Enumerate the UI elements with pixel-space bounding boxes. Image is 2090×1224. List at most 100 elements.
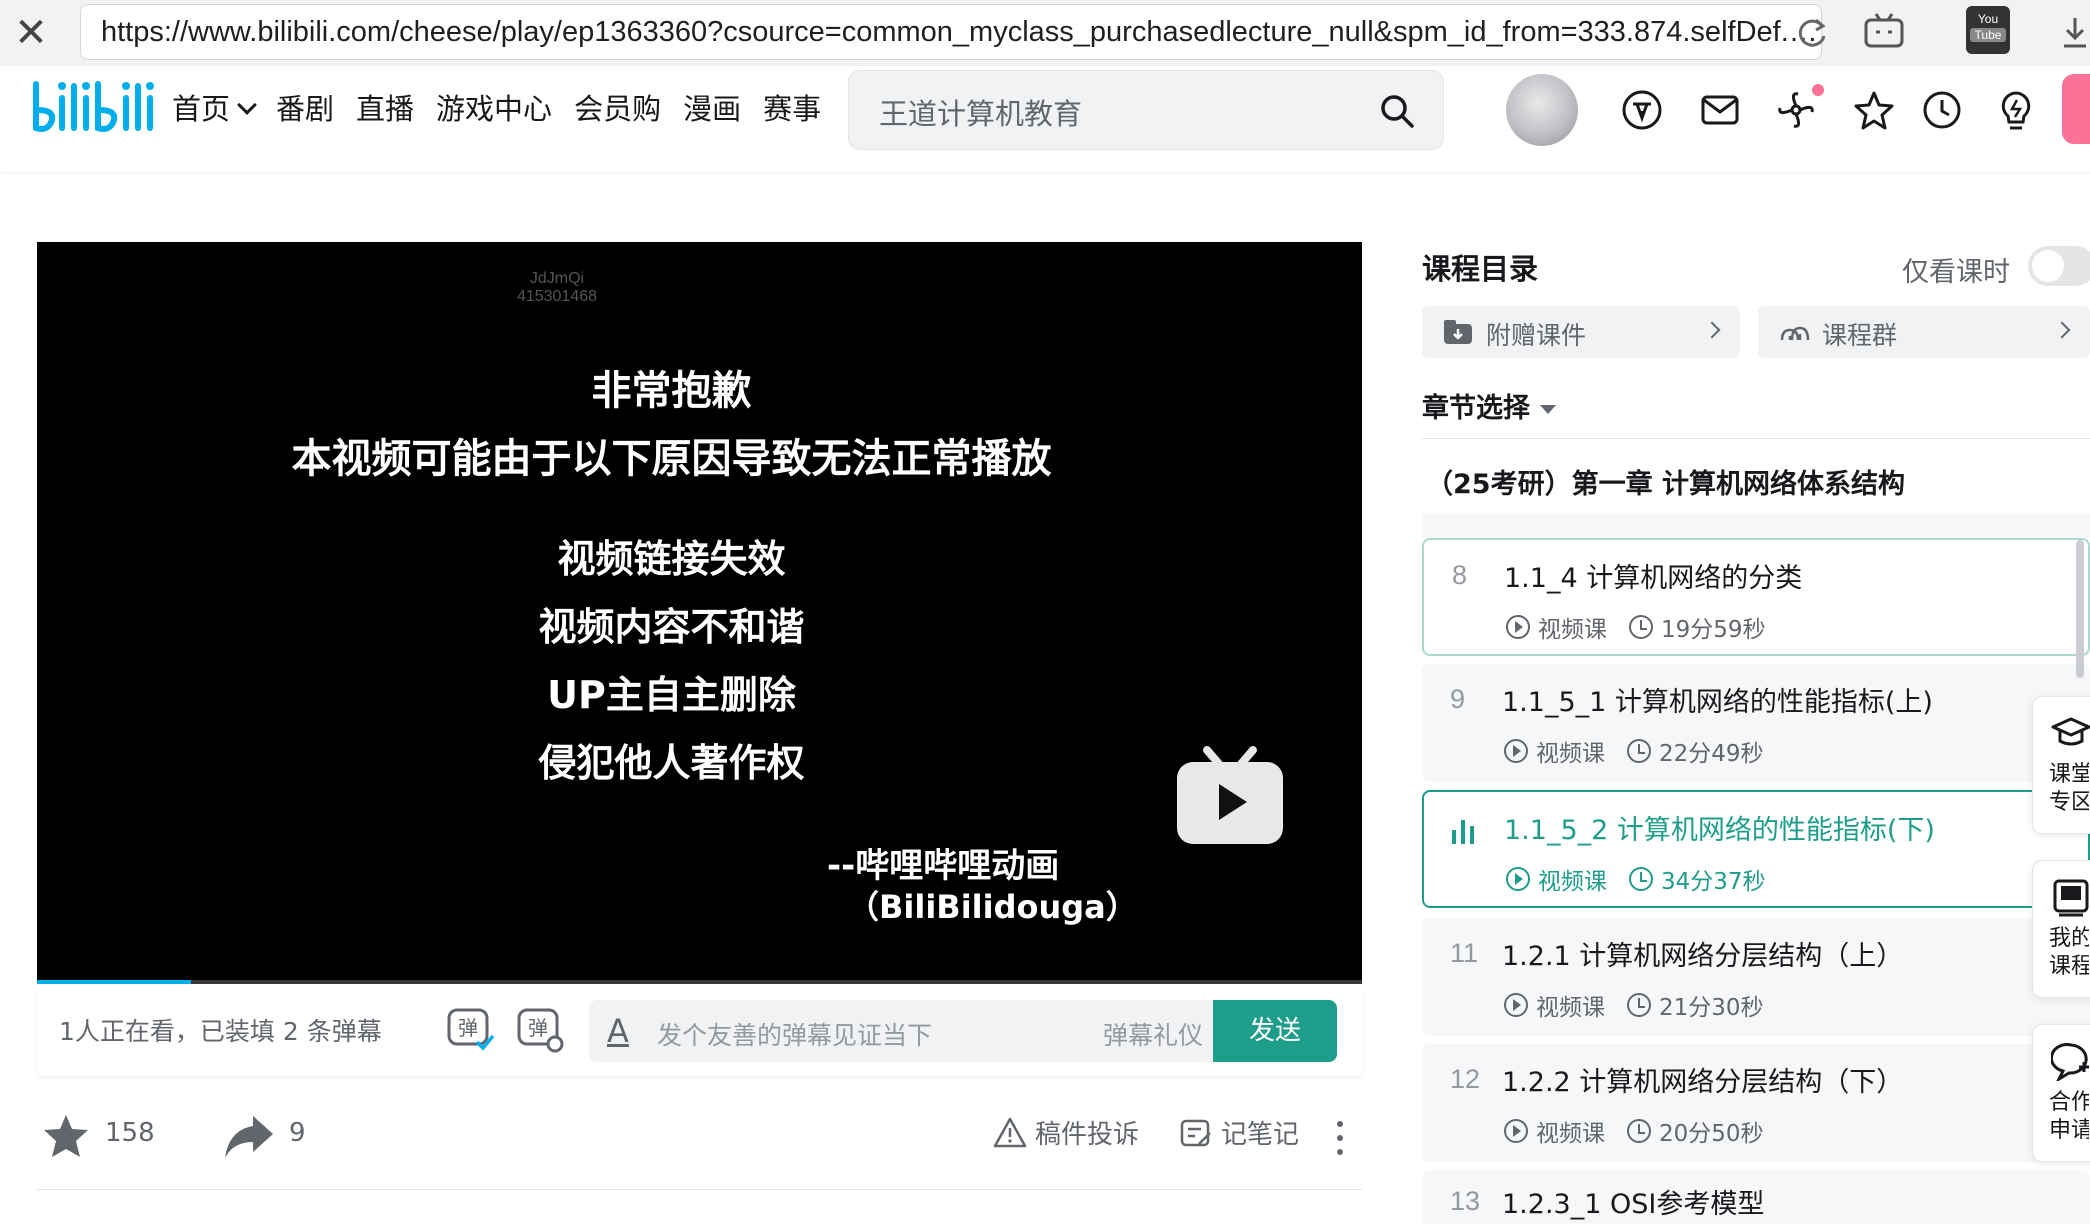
close-icon[interactable]: ✕ xyxy=(8,10,54,56)
url-input[interactable]: https://www.bilibili.com/cheese/play/ep1… xyxy=(80,4,1822,60)
share-count: 9 xyxy=(289,1118,306,1148)
notes-button[interactable]: 记笔记 xyxy=(1179,1114,1299,1151)
graduation-cap-icon xyxy=(2051,717,2090,746)
lesson-item[interactable]: 12 1.2.2 计算机网络分层结构（下） 视频课 20分50秒 xyxy=(1422,1044,2090,1162)
sidebar-scrollbar[interactable] xyxy=(2076,540,2084,678)
lesson-duration: 20分50秒 xyxy=(1659,1121,1764,1147)
dynamic-icon[interactable] xyxy=(1774,88,1818,132)
only-lessons-toggle[interactable] xyxy=(2028,246,2090,286)
youtube-ext-label-bottom: Tube xyxy=(1970,28,2006,42)
lesson-number: 8 xyxy=(1452,560,1468,590)
search-input[interactable]: 王道计算机教育 xyxy=(879,91,1082,133)
float-card-line2: 课程 xyxy=(2049,954,2089,979)
more-icon[interactable] xyxy=(1335,1118,1345,1158)
lesson-title: 1.1_5_2 计算机网络的性能指标(下) xyxy=(1504,815,1935,846)
video-toolbar: 158 9 稿件投诉 记笔记 xyxy=(37,1090,1362,1190)
browser-address-bar: ✕ https://www.bilibili.com/cheese/play/e… xyxy=(0,0,2090,66)
danmaku-etiquette-link[interactable]: 弹幕礼仪 › xyxy=(1103,1016,1221,1052)
nav-home[interactable]: 首页 xyxy=(172,88,257,130)
danmaku-toggle-icon[interactable]: 弹 xyxy=(445,1004,495,1054)
video-player[interactable]: JdJmQi 415301468 非常抱歉 本视频可能由于以下原因导致无法正常播… xyxy=(37,242,1362,984)
lesson-item[interactable]: 11 1.2.1 计算机网络分层结构（上） 视频课 21分30秒 xyxy=(1422,918,2090,1036)
chapter-select-dropdown[interactable]: 章节选择 xyxy=(1422,386,1556,425)
note-icon xyxy=(1180,1119,1211,1146)
lesson-item[interactable]: 9 1.1_5_1 计算机网络的性能指标(上) 视频课 22分49秒 xyxy=(1422,664,2090,782)
lesson-number: 11 xyxy=(1450,938,1479,968)
main-nav: 首页 番剧 直播 游戏中心 会员购 漫画 赛事 xyxy=(172,88,843,130)
chat-plus-icon xyxy=(2051,1043,2089,1081)
lesson-title: 1.2.3_1 OSI参考模型 xyxy=(1502,1189,1765,1220)
chapter-gap xyxy=(1422,514,2090,538)
upload-button[interactable] xyxy=(2062,74,2090,144)
vip-icon[interactable] xyxy=(1620,88,1664,132)
course-book-icon xyxy=(2053,879,2089,917)
courseware-button[interactable]: 附赠课件 xyxy=(1422,306,1740,358)
danmaku-input[interactable]: A 发个友善的弹幕见证当下 弹幕礼仪 › xyxy=(589,1000,1239,1062)
watermark-line2: 415301468 xyxy=(516,288,598,305)
lesson-number: 13 xyxy=(1450,1186,1481,1216)
danmaku-style-icon[interactable]: A xyxy=(607,1012,629,1050)
nav-game-center[interactable]: 游戏中心 xyxy=(436,88,552,130)
nav-home-label: 首页 xyxy=(172,92,231,126)
courseware-icon xyxy=(1444,320,1472,344)
video-watermark: JdJmQi 415301468 xyxy=(457,270,657,306)
favorite-icon[interactable] xyxy=(41,1112,91,1162)
watermark-line1: JdJmQi xyxy=(529,270,585,287)
viewer-status: 1人正在看，已装填 2 条弹幕 xyxy=(59,1017,382,1046)
download-icon[interactable] xyxy=(2060,12,2090,52)
lesson-number: 9 xyxy=(1450,684,1466,714)
lesson-item[interactable]: 8 1.1_4 计算机网络的分类 视频课 19分59秒 xyxy=(1422,538,2090,656)
search-box[interactable]: 王道计算机教育 xyxy=(848,70,1444,150)
chevron-right-icon xyxy=(2053,321,2071,339)
send-button[interactable]: 发送 xyxy=(1213,1000,1337,1062)
lesson-item-playing[interactable]: 1.1_5_2 计算机网络的性能指标(下) 视频课 34分37秒 xyxy=(1422,790,2090,908)
classroom-zone-button[interactable]: 课堂 专区 xyxy=(2032,696,2090,834)
nav-mall[interactable]: 会员购 xyxy=(574,88,661,130)
float-card-text: 课堂 专区 xyxy=(2049,761,2089,817)
my-courses-button[interactable]: 我的 课程 xyxy=(2032,860,2090,998)
share-icon[interactable] xyxy=(223,1112,275,1162)
notes-label: 记笔记 xyxy=(1221,1120,1300,1150)
favorites-icon[interactable] xyxy=(1852,88,1896,132)
chapter-name: （25考研）第一章 计算机网络体系结构 xyxy=(1426,469,1905,500)
bilibili-logo[interactable] xyxy=(30,76,156,142)
lesson-number: 12 xyxy=(1450,1064,1481,1094)
message-icon[interactable] xyxy=(1698,88,1742,132)
warning-icon xyxy=(993,1117,1027,1147)
lesson-title: 1.2.1 计算机网络分层结构（上） xyxy=(1502,941,1904,972)
svg-text:弹: 弹 xyxy=(528,1016,548,1040)
course-group-button[interactable]: 课程群 xyxy=(1758,306,2090,358)
signature-en: （BiliBilidouga） xyxy=(847,888,1138,926)
bilibili-extension-icon[interactable] xyxy=(1862,10,1906,54)
lesson-type: 视频课 xyxy=(1538,869,1607,895)
reload-icon[interactable] xyxy=(1792,12,1832,52)
lesson-type: 视频课 xyxy=(1538,617,1607,643)
clock-icon xyxy=(1627,1119,1651,1143)
lesson-duration: 19分59秒 xyxy=(1661,617,1766,643)
nav-esports[interactable]: 赛事 xyxy=(763,88,821,130)
only-lessons-label: 仅看课时 xyxy=(1902,257,2010,288)
danmaku-bar: 1人正在看，已装填 2 条弹幕 弹 弹 A 发个友善的弹幕见证当下 弹幕礼仪 ›… xyxy=(37,984,1362,1076)
lesson-title: 1.2.2 计算机网络分层结构（下） xyxy=(1502,1067,1904,1098)
nav-bangumi[interactable]: 番剧 xyxy=(276,88,334,130)
error-reason: UP主自主删除 xyxy=(547,673,796,717)
caret-down-icon xyxy=(1540,405,1556,414)
clock-icon xyxy=(1627,993,1651,1017)
lesson-item[interactable]: 13 1.2.3_1 OSI参考模型 xyxy=(1422,1170,2090,1224)
nav-manga[interactable]: 漫画 xyxy=(683,88,741,130)
danmaku-settings-icon[interactable]: 弹 xyxy=(515,1004,565,1054)
history-icon[interactable] xyxy=(1920,88,1964,132)
nav-live[interactable]: 直播 xyxy=(356,88,414,130)
avatar[interactable] xyxy=(1506,74,1578,146)
lesson-duration: 21分30秒 xyxy=(1659,995,1764,1021)
search-icon[interactable] xyxy=(1377,91,1417,131)
float-card-line1: 我的 xyxy=(2049,926,2089,951)
lesson-meta: 视频课 20分50秒 xyxy=(1504,1114,1764,1148)
float-card-line2: 申请 xyxy=(2049,1118,2089,1143)
error-subtitle: 本视频可能由于以下原因导致无法正常播放 xyxy=(291,436,1052,482)
creation-icon[interactable] xyxy=(1994,88,2038,132)
cooperation-apply-button[interactable]: 合作 申请 xyxy=(2032,1024,2090,1162)
site-header: 首页 番剧 直播 游戏中心 会员购 漫画 赛事 王道计算机教育 xyxy=(0,66,2090,172)
youtube-extension-icon[interactable]: You Tube xyxy=(1966,6,2010,54)
report-button[interactable]: 稿件投诉 xyxy=(993,1114,1139,1151)
